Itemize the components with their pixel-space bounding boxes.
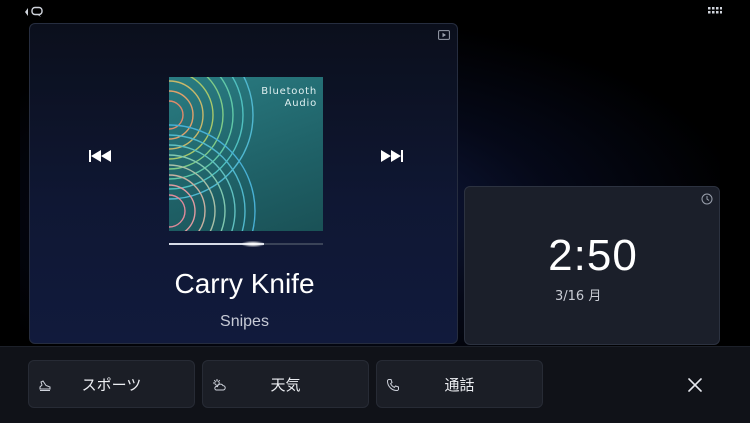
video-play-icon: [438, 30, 450, 40]
shortcut-call[interactable]: 通話: [376, 360, 543, 408]
apps-grid-icon[interactable]: [708, 7, 722, 17]
track-artist: Snipes: [220, 313, 269, 330]
album-art-line1: Bluetooth: [261, 86, 317, 97]
skip-next-icon: [381, 150, 403, 162]
shortcut-sports[interactable]: スポーツ: [28, 360, 195, 408]
media-player-card[interactable]: Bluetooth Audio Carry Knife Snipes: [29, 23, 458, 344]
shortcut-weather[interactable]: 天気: [202, 360, 369, 408]
status-bar: [0, 0, 750, 24]
shortcut-weather-label: 天気: [270, 376, 301, 394]
album-art-caption: Bluetooth Audio: [261, 86, 317, 110]
shortcut-sports-label: スポーツ: [81, 376, 142, 394]
progress-knob[interactable]: [242, 241, 265, 247]
album-art: Bluetooth Audio: [169, 77, 323, 231]
close-icon[interactable]: [686, 376, 704, 394]
shortcut-call-label: 通話: [444, 376, 475, 394]
clock-date: 3/16 月: [555, 289, 602, 304]
clock-widget[interactable]: 2:50 3/16 月: [464, 186, 720, 345]
clock-time: 2:50: [548, 231, 638, 280]
skip-previous-button[interactable]: [88, 148, 112, 162]
clock-icon: [701, 193, 713, 205]
skip-previous-icon: [89, 150, 111, 162]
skip-next-button[interactable]: [380, 148, 404, 162]
album-art-line2: Audio: [284, 98, 317, 109]
shortcut-bar: スポーツ 天気 通話: [0, 346, 750, 423]
back-message-icon[interactable]: [24, 6, 44, 18]
playback-progress-bar[interactable]: [169, 241, 323, 247]
track-title: Carry Knife: [174, 268, 315, 299]
